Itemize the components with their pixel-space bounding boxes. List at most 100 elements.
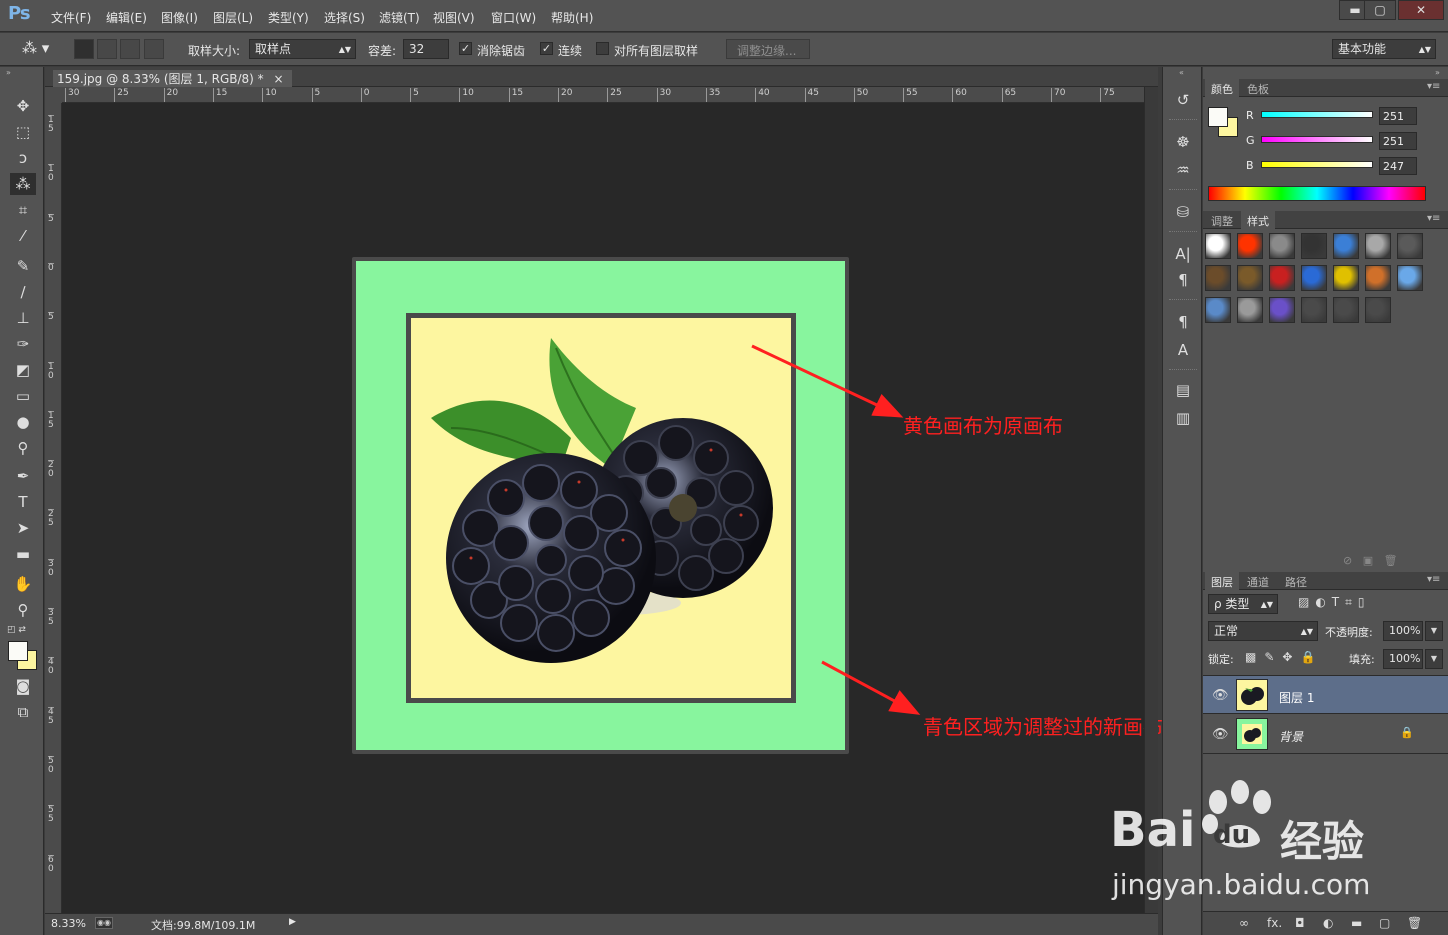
foreground-color-chip[interactable] [1208, 107, 1228, 127]
separator [1169, 189, 1197, 192]
style-swatch[interactable] [1301, 233, 1327, 259]
style-swatch[interactable] [1237, 297, 1263, 323]
watermark-brand-cn: 经验 [1280, 817, 1365, 866]
opacity-input[interactable]: 100% [1383, 621, 1423, 641]
delete-layer-icon[interactable]: 🗑 [1407, 916, 1422, 930]
tab-color[interactable]: 颜色 [1205, 79, 1239, 97]
blend-mode-value: 正常 [1214, 624, 1239, 638]
character-panel-icon[interactable]: A| [1171, 243, 1195, 265]
link-layers-icon[interactable]: ∞ [1239, 916, 1249, 930]
style-swatch[interactable] [1237, 265, 1263, 291]
eye-icon[interactable]: 👁 [1212, 688, 1229, 703]
style-swatch[interactable] [1365, 265, 1391, 291]
style-swatch[interactable] [1237, 233, 1263, 259]
blend-mode-dropdown[interactable]: 正常 ▲▼ [1208, 621, 1318, 641]
paragraph-panel-icon[interactable]: ¶ [1171, 269, 1195, 291]
style-swatch[interactable] [1397, 265, 1423, 291]
channel-r-label: R [1246, 109, 1254, 122]
tab-adjustments[interactable]: 调整 [1205, 211, 1239, 229]
share-icon[interactable]: ◉◉ [95, 917, 113, 929]
collapse-icon[interactable]: « [1179, 68, 1184, 77]
style-swatch[interactable] [1365, 297, 1391, 323]
opacity-label: 不透明度: [1325, 626, 1373, 639]
panel-menu-icon[interactable]: ▾≡ [1427, 213, 1440, 224]
tab-layers[interactable]: 图层 [1205, 572, 1239, 590]
character-styles-icon[interactable]: A [1171, 339, 1195, 361]
style-swatch[interactable] [1333, 297, 1359, 323]
brush-presets-icon[interactable]: ♒ [1171, 159, 1195, 181]
clone-source-icon[interactable]: ⛁ [1171, 201, 1195, 223]
new-layer-icon[interactable]: ▢ [1379, 916, 1390, 930]
lock-icons[interactable]: ▩✎✥🔒 [1245, 650, 1323, 664]
style-swatch[interactable] [1269, 265, 1295, 291]
layers-footer: ∞ fx. ◘ ◐ ▬ ▢ 🗑 [1203, 911, 1448, 935]
layer-filter-icons[interactable]: ▨◐T⌗▯ [1298, 595, 1371, 610]
panel-menu-icon[interactable]: ▾≡ [1427, 81, 1440, 92]
channel-g-value[interactable]: 251 [1379, 132, 1417, 150]
layer-thumbnail [1236, 718, 1268, 750]
style-swatch[interactable] [1301, 297, 1327, 323]
style-swatch[interactable] [1269, 297, 1295, 323]
layer-filter-dropdown[interactable]: ρ 类型 ▲▼ [1208, 594, 1278, 614]
info-panel-icon[interactable]: ▤ [1171, 379, 1195, 401]
layer-row-layer1[interactable]: 👁 图层 1 [1203, 675, 1448, 714]
layer-name[interactable]: 背景 [1279, 728, 1303, 745]
annotation-original-canvas: 黄色画布为原画布 [903, 414, 1063, 438]
history-panel-icon[interactable]: ↺ [1171, 89, 1195, 111]
channel-r-slider[interactable] [1261, 111, 1373, 118]
new-group-icon[interactable]: ▬ [1351, 916, 1362, 930]
style-swatch[interactable] [1333, 265, 1359, 291]
styles-panel-tabs: 调整 样式 ▾≡ [1203, 211, 1448, 229]
layer-filter-label: ρ 类型 [1214, 597, 1250, 611]
tab-swatches[interactable]: 色板 [1241, 79, 1275, 97]
channel-g-label: G [1246, 134, 1255, 147]
style-swatch[interactable] [1205, 265, 1231, 291]
watermark-url: jingyan.baidu.com [1112, 868, 1371, 901]
paragraph-styles-icon[interactable]: ¶ [1171, 311, 1195, 333]
panel-menu-icon[interactable]: ▾≡ [1427, 574, 1440, 585]
layer-thumbnail [1236, 679, 1268, 711]
separator [1169, 299, 1197, 302]
channel-g-slider[interactable] [1261, 136, 1373, 143]
color-spectrum-bar[interactable] [1208, 186, 1426, 201]
status-menu-arrow-icon[interactable]: ▶ [289, 917, 296, 927]
collapse-icon[interactable]: » [1435, 68, 1440, 77]
style-swatch-grid [1203, 231, 1428, 325]
fill-input[interactable]: 100% [1383, 649, 1423, 669]
notes-panel-icon[interactable]: ▥ [1171, 407, 1195, 429]
layers-panel-tabs: 图层 通道 路径 ▾≡ [1203, 572, 1448, 590]
layer-style-icon[interactable]: fx. [1267, 916, 1282, 930]
fill-label: 填充: [1349, 653, 1375, 666]
layer-mask-icon[interactable]: ◘ [1295, 916, 1305, 930]
style-swatch[interactable] [1269, 233, 1295, 259]
style-swatch[interactable] [1205, 297, 1231, 323]
document-info: 文档:99.8M/109.1M [151, 919, 256, 932]
adjustment-layer-icon[interactable]: ◐ [1323, 916, 1333, 930]
fill-dropdown-icon[interactable]: ▼ [1425, 649, 1443, 669]
style-swatch[interactable] [1397, 233, 1423, 259]
eye-icon[interactable]: 👁 [1212, 727, 1229, 742]
watermark-brand-du: du [1213, 820, 1251, 850]
actions-panel-icon[interactable]: ☸ [1171, 131, 1195, 153]
watermark-brand: Bai [1110, 802, 1196, 858]
style-swatch[interactable] [1301, 265, 1327, 291]
layer-row-background[interactable]: 👁 背景 🔒 [1203, 715, 1448, 754]
layer-name[interactable]: 图层 1 [1279, 689, 1314, 706]
tab-channels[interactable]: 通道 [1241, 572, 1275, 590]
channel-b-slider[interactable] [1261, 161, 1373, 168]
zoom-level[interactable]: 8.33% [51, 917, 86, 930]
channel-r-value[interactable]: 251 [1379, 107, 1417, 125]
style-swatch[interactable] [1205, 233, 1231, 259]
arrow-new-canvas [821, 660, 921, 715]
separator [1169, 231, 1197, 234]
style-swatch[interactable] [1365, 233, 1391, 259]
lock-label: 锁定: [1208, 653, 1234, 666]
lock-icon: 🔒 [1400, 726, 1414, 739]
tab-paths[interactable]: 路径 [1279, 572, 1313, 590]
status-bar: 8.33% ◉◉ 文档:99.8M/109.1M ▶ [45, 913, 1158, 935]
opacity-dropdown-icon[interactable]: ▼ [1425, 621, 1443, 641]
styles-footer-icons[interactable]: ⊘ ▣ 🗑 [1343, 554, 1398, 567]
tab-styles[interactable]: 样式 [1241, 211, 1275, 229]
style-swatch[interactable] [1333, 233, 1359, 259]
channel-b-value[interactable]: 247 [1379, 157, 1417, 175]
